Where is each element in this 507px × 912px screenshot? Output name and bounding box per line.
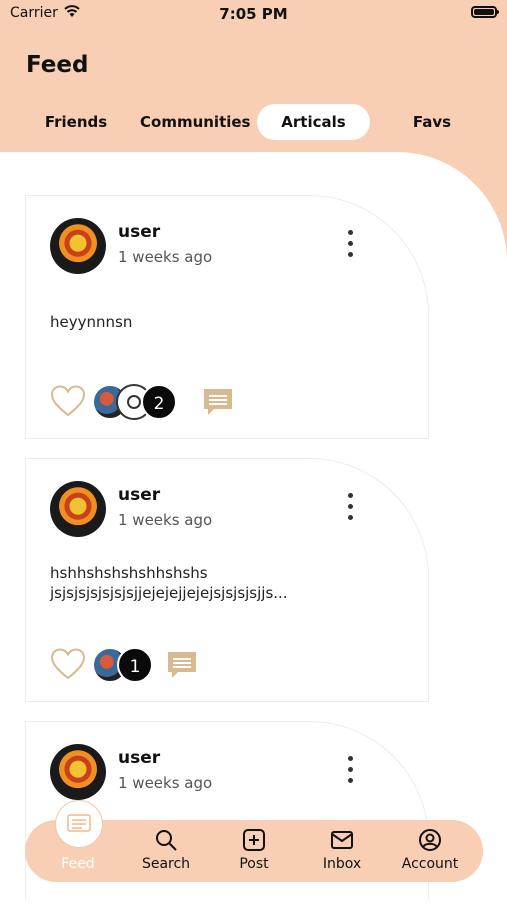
nav-inbox-label: Inbox <box>322 856 362 872</box>
battery-icon <box>471 6 499 18</box>
post-username[interactable]: user <box>118 485 160 505</box>
avatar[interactable] <box>50 481 106 537</box>
post-icon <box>243 829 265 851</box>
post-time: 1 weeks ago <box>118 248 213 266</box>
page-title: Feed <box>26 52 89 78</box>
status-time: 7:05 PM <box>219 5 288 23</box>
tab-articals[interactable]: Articals <box>257 104 370 140</box>
post-actions: 1 <box>50 645 350 685</box>
nav-search-label: Search <box>141 856 191 872</box>
post-text: hshhshshshshhshshs jsjsjsjsjsjsjsjjejeje… <box>50 564 288 602</box>
more-options-icon[interactable] <box>344 493 356 527</box>
post-actions: 2 <box>50 382 350 422</box>
post-username[interactable]: user <box>118 222 160 242</box>
heart-icon[interactable] <box>50 384 86 418</box>
post-card: user 1 weeks ago heyynnnsn 2 <box>25 195 429 439</box>
tab-favs[interactable]: Favs <box>400 104 464 140</box>
comment-icon[interactable] <box>202 386 234 418</box>
nav-account[interactable]: Account <box>390 828 470 872</box>
feed-tabs: Friends Communities Articals Favs <box>0 104 507 140</box>
nav-feed-label: Feed <box>61 856 95 872</box>
more-options-icon[interactable] <box>344 230 356 264</box>
heart-icon[interactable] <box>50 647 86 681</box>
nav-post-label: Post <box>239 856 269 872</box>
comment-icon[interactable] <box>166 649 198 681</box>
tab-communities[interactable]: Communities <box>140 104 251 140</box>
post-time: 1 weeks ago <box>118 511 213 529</box>
nav-account-label: Account <box>401 856 459 872</box>
inbox-icon <box>331 831 353 849</box>
status-bar: Carrier 7:05 PM <box>0 0 507 30</box>
like-count-badge[interactable]: 1 <box>117 647 153 683</box>
avatar[interactable] <box>50 218 106 274</box>
more-options-icon[interactable] <box>344 756 356 790</box>
post-time: 1 weeks ago <box>118 774 213 792</box>
avatar[interactable] <box>50 744 106 800</box>
like-count-badge[interactable]: 2 <box>141 384 177 420</box>
post-text: heyynnnsn <box>50 313 133 331</box>
feed-icon <box>67 814 91 832</box>
nav-search[interactable]: Search <box>126 828 206 872</box>
tab-friends[interactable]: Friends <box>40 104 112 140</box>
post-username[interactable]: user <box>118 748 160 768</box>
account-icon <box>419 829 441 851</box>
nav-post[interactable]: Post <box>214 828 294 872</box>
nav-inbox[interactable]: Inbox <box>302 828 382 872</box>
search-icon <box>156 830 177 851</box>
post-card: user 1 weeks ago hshhshshshshhshshs jsjs… <box>25 458 429 702</box>
active-feed-indicator[interactable] <box>55 800 103 848</box>
